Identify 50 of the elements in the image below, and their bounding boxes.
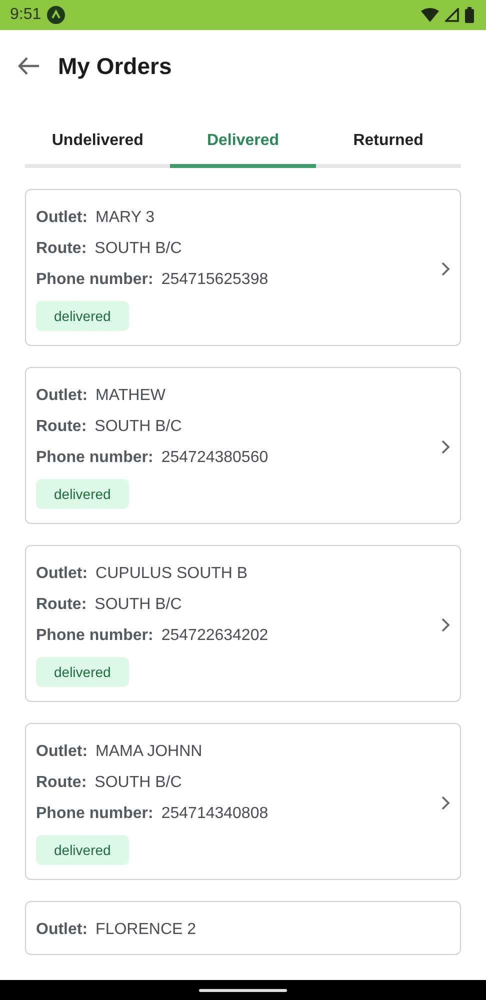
chevron-right-icon [441,262,450,276]
field-label: Outlet: [36,564,88,584]
back-arrow-icon[interactable] [18,57,40,75]
field-value: 254715625398 [161,270,268,290]
order-card[interactable]: Outlet: MAMA JOHNN Route: SOUTH B/C Phone number: 254714340808 delivered [25,723,461,880]
chevron-right-icon [441,618,450,632]
order-card[interactable]: Outlet: CUPULUS SOUTH B Route: SOUTH B/C Phone number: 254722634202 delivered [25,545,461,702]
field-value: 254714340808 [161,804,268,824]
field-label: Route: [36,595,87,615]
field-value: SOUTH B/C [94,239,182,259]
status-badge: delivered [36,301,129,331]
field-value: FLORENCE 2 [96,920,196,940]
field-label: Phone number: [36,804,154,824]
app-icon [47,6,66,24]
field-value: MAMA JOHNN [96,742,202,762]
field-value: SOUTH B/C [94,595,182,615]
tab[interactable]: Undelivered [25,124,170,168]
field-value: SOUTH B/C [94,417,182,437]
tab[interactable]: Delivered [170,124,316,168]
order-card[interactable]: Outlet: MARY 3 Route: SOUTH B/C Phone number: 254715625398 delivered [25,189,461,346]
field-label: Outlet: [36,742,88,762]
field-label: Route: [36,239,87,259]
field-label: Outlet: [36,920,88,940]
chevron-right-icon [441,796,450,810]
battery-icon [465,7,474,23]
field-label: Phone number: [36,448,154,468]
order-card[interactable]: Outlet: FLORENCE 2 [25,901,461,955]
field-label: Outlet: [36,386,88,406]
field-label: Route: [36,773,87,793]
page-title: My Orders [58,52,172,80]
status-badge: delivered [36,479,129,509]
field-value: CUPULUS SOUTH B [96,564,248,584]
field-value: 254724380560 [161,448,268,468]
signal-icon [445,8,459,22]
field-value: 254722634202 [161,626,268,646]
status-badge: delivered [36,835,129,865]
status-badge: delivered [36,657,129,687]
field-label: Route: [36,417,87,437]
chevron-right-icon [441,440,450,454]
field-value: MATHEW [96,386,166,406]
home-handle[interactable] [199,988,287,992]
field-label: Phone number: [36,270,154,290]
field-label: Phone number: [36,626,154,646]
order-card[interactable]: Outlet: MATHEW Route: SOUTH B/C Phone number: 254724380560 delivered [25,367,461,524]
wifi-icon [421,8,439,22]
field-value: SOUTH B/C [94,773,182,793]
field-value: MARY 3 [96,208,155,228]
field-label: Outlet: [36,208,88,228]
tab[interactable]: Returned [316,124,461,168]
status-time: 9:51 [10,6,42,24]
